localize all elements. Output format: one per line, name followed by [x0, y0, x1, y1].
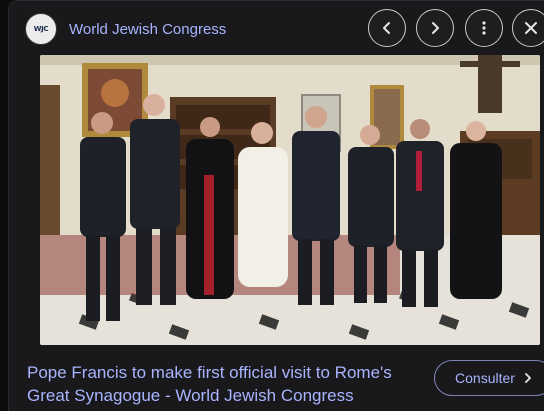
site-favicon: WJC [25, 13, 57, 45]
visit-button-label: Consulter [455, 370, 515, 386]
image-preview-panel: WJC World Jewish Congress Pope Francis t… [8, 0, 544, 411]
chevron-right-icon [525, 373, 531, 383]
result-title-line-1: Pope Francis to make first official visi… [27, 363, 392, 382]
result-title-link[interactable]: Pope Francis to make first official visi… [27, 361, 427, 407]
more-vert-icon [482, 21, 486, 35]
visit-button[interactable]: Consulter [434, 360, 544, 396]
chevron-left-icon [383, 22, 390, 34]
previous-button[interactable] [368, 9, 406, 47]
close-icon [525, 22, 537, 34]
source-name[interactable]: World Jewish Congress [69, 21, 226, 38]
preview-image[interactable] [40, 55, 540, 345]
next-button[interactable] [416, 9, 454, 47]
chevron-right-icon [432, 22, 439, 34]
close-button[interactable] [512, 9, 544, 47]
group-photo-illustration [40, 55, 540, 345]
favicon-text: WJC [33, 25, 49, 33]
more-options-button[interactable] [465, 9, 503, 47]
result-title-line-2: Great Synagogue - World Jewish Congress [27, 386, 354, 405]
source-bar[interactable]: WJC World Jewish Congress [25, 13, 226, 45]
